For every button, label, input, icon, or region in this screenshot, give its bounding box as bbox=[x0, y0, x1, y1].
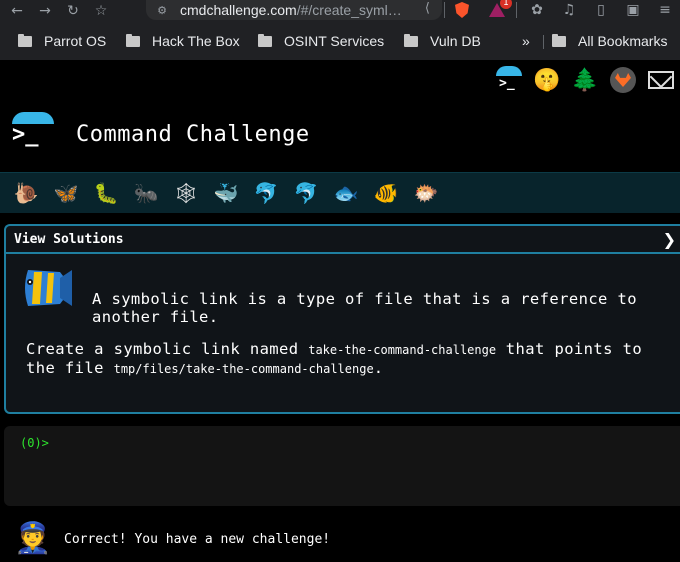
bookmarks-overflow-button[interactable]: » bbox=[522, 33, 530, 49]
music-note-icon: ♫ bbox=[562, 2, 576, 18]
bookmark-label: Vuln DB bbox=[430, 33, 481, 49]
folder-icon bbox=[552, 33, 566, 47]
hamburger-menu-icon: ≡ bbox=[659, 2, 671, 18]
url-path: /#/create_syml… bbox=[296, 2, 402, 18]
task-suffix: . bbox=[373, 359, 384, 377]
shushing-face-icon: 🤫 bbox=[533, 67, 561, 93]
bookmark-page-button[interactable]: ☆ bbox=[90, 2, 112, 20]
url-host: cmdchallenge.com bbox=[180, 2, 297, 18]
bookmark-parrot-os[interactable]: Parrot OS bbox=[18, 33, 106, 49]
share-icon[interactable]: ⟨ bbox=[425, 1, 430, 16]
envelope-icon bbox=[648, 71, 674, 89]
extensions-button[interactable]: ✿ bbox=[526, 0, 548, 20]
all-bookmarks-button[interactable]: All Bookmarks bbox=[552, 33, 667, 49]
reload-icon: ↻ bbox=[67, 3, 79, 19]
link-name-code: take-the-command-challenge bbox=[308, 343, 497, 357]
bookmark-label: Parrot OS bbox=[44, 33, 107, 49]
reload-button[interactable]: ↻ bbox=[62, 2, 84, 20]
ant-icon[interactable]: 🐜 bbox=[126, 181, 166, 205]
back-icon: ← bbox=[11, 3, 23, 19]
site-settings-icon[interactable]: ⚙ bbox=[152, 4, 172, 17]
blowfish-icon[interactable]: 🐡 bbox=[406, 181, 446, 205]
bookmark-label: OSINT Services bbox=[284, 33, 385, 49]
caterpillar-icon[interactable]: 🐛 bbox=[86, 181, 126, 205]
challenge-intro: A symbolic link is a type of file that i… bbox=[92, 290, 637, 326]
whale-icon[interactable]: 🐳 bbox=[206, 181, 246, 205]
result-message-bar: 👮 Correct! You have a new challenge! bbox=[0, 516, 680, 562]
page-title: Command Challenge bbox=[76, 121, 310, 147]
toolbar-divider bbox=[444, 2, 445, 18]
chevron-right-icon: ❯ bbox=[662, 229, 676, 249]
forward-icon: → bbox=[39, 3, 51, 19]
tree-link[interactable]: 🌲 bbox=[566, 64, 604, 96]
all-bookmarks-label: All Bookmarks bbox=[578, 33, 668, 49]
snail-icon[interactable]: 🐌 bbox=[6, 181, 46, 205]
bookmark-icon: ☆ bbox=[94, 3, 108, 19]
terminal-umbrella-icon: >_ bbox=[496, 66, 522, 92]
bookmark-hack-the-box[interactable]: Hack The Box bbox=[126, 33, 240, 49]
gitlab-link[interactable] bbox=[604, 64, 642, 96]
terminal-prompt: (0)> bbox=[20, 436, 49, 450]
challenge-task: Create a symbolic link named take-the-co… bbox=[26, 340, 666, 378]
spider-web-icon[interactable]: 🕸 bbox=[166, 181, 206, 205]
address-bar[interactable]: ⚙ cmdchallenge.com/#/create_syml… ⟨ bbox=[146, 0, 442, 20]
challenge-progress-bar: 🐌 🦋 🐛 🐜 🕸 🐳 🐬 🐬 🐟 🐠 🐡 bbox=[0, 172, 680, 213]
terminal-input[interactable]: (0)> bbox=[4, 426, 680, 506]
browser-chrome: ← → ↻ ☆ ⚙ cmdchallenge.com/#/create_syml… bbox=[0, 0, 680, 60]
evergreen-tree-icon: 🌲 bbox=[571, 67, 599, 93]
wallet-button[interactable]: ▣ bbox=[622, 0, 644, 20]
mail-link[interactable] bbox=[642, 64, 680, 96]
butterfly-icon[interactable]: 🦋 bbox=[46, 181, 86, 205]
terminal-logo-link[interactable]: >_ bbox=[490, 64, 528, 96]
page-header: >_ Command Challenge bbox=[12, 112, 310, 156]
link-target-code: tmp/files/take-the-command-challenge bbox=[113, 362, 374, 376]
brave-lion-icon bbox=[455, 2, 469, 18]
bookmarks-divider bbox=[543, 35, 544, 49]
puzzle-icon: ✿ bbox=[531, 2, 543, 18]
brave-shields-button[interactable] bbox=[452, 0, 472, 20]
bookmark-vuln-db[interactable]: Vuln DB bbox=[404, 33, 481, 49]
wallet-icon: ▣ bbox=[626, 2, 640, 18]
logo-icon: >_ bbox=[12, 112, 54, 156]
media-button[interactable]: ♫ bbox=[558, 0, 580, 20]
gitlab-icon bbox=[610, 67, 636, 93]
top-links: >_ 🤫 🌲 bbox=[490, 64, 680, 96]
folder-icon bbox=[404, 33, 418, 47]
folder-icon bbox=[258, 33, 272, 47]
result-message: Correct! You have a new challenge! bbox=[64, 531, 331, 547]
folder-icon bbox=[126, 33, 140, 47]
sidebar-icon: ▯ bbox=[597, 2, 605, 18]
fish-icon[interactable]: 🐟 bbox=[326, 181, 366, 205]
bookmark-label: Hack The Box bbox=[152, 33, 240, 49]
bookmarks-bar: Parrot OS Hack The Box OSINT Services Vu… bbox=[0, 30, 680, 54]
dolphin-icon[interactable]: 🐬 bbox=[246, 181, 286, 205]
task-prefix: Create a symbolic link named bbox=[26, 340, 309, 358]
challenge-panel: View Solutions ❯ A symbolic link is a ty… bbox=[4, 224, 680, 414]
dolphin-icon[interactable]: 🐬 bbox=[286, 181, 326, 205]
sidebar-button[interactable]: ▯ bbox=[590, 0, 612, 20]
page-content: >_ 🤫 🌲 >_ Command Challenge 🐌 🦋 🐛 🐜 🕸 🐳 … bbox=[0, 60, 680, 562]
url-text[interactable]: cmdchallenge.com/#/create_syml… bbox=[180, 2, 408, 18]
shush-face-link[interactable]: 🤫 bbox=[528, 64, 566, 96]
view-solutions-label: View Solutions bbox=[14, 231, 124, 247]
tropical-fish-icon bbox=[25, 270, 72, 306]
view-solutions-toggle[interactable]: View Solutions ❯ bbox=[6, 226, 680, 254]
toolbar-divider bbox=[516, 2, 517, 18]
back-button[interactable]: ← bbox=[6, 2, 28, 20]
police-officer-icon: 👮 bbox=[14, 521, 52, 556]
menu-button[interactable]: ≡ bbox=[654, 0, 676, 20]
forward-button[interactable]: → bbox=[34, 2, 56, 20]
bookmark-osint-services[interactable]: OSINT Services bbox=[258, 33, 384, 49]
tropical-fish-icon[interactable]: 🐠 bbox=[366, 181, 406, 205]
folder-icon bbox=[18, 33, 32, 47]
